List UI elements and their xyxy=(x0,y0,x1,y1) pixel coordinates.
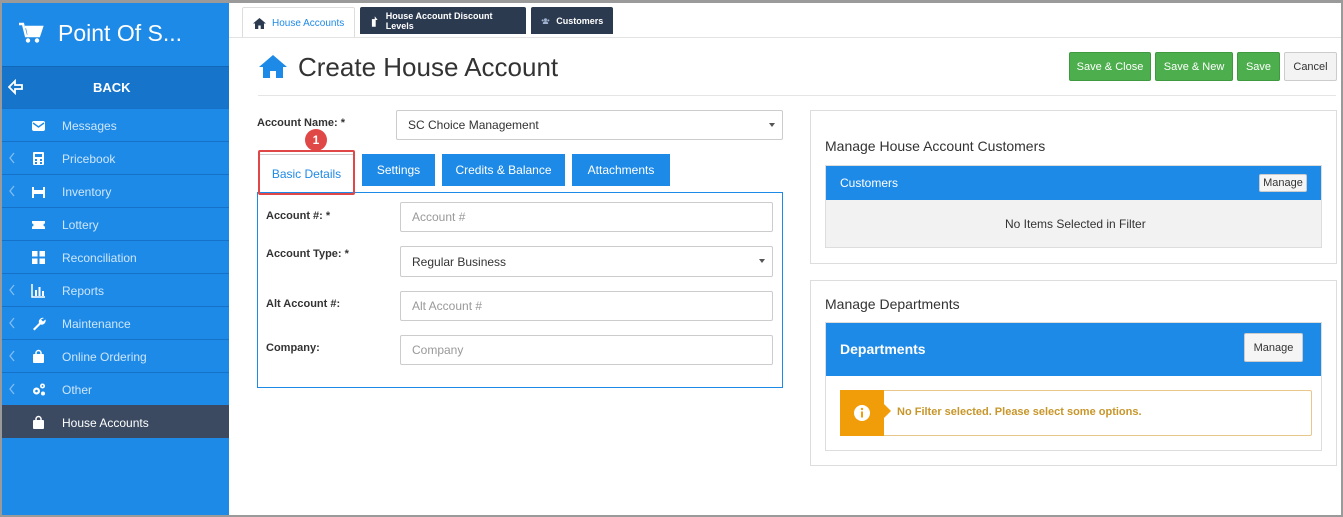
warehouse-icon xyxy=(32,187,45,198)
sidebar-item-label: Other xyxy=(62,383,93,397)
chevron-left-icon xyxy=(9,383,15,395)
bar-chart-icon xyxy=(31,284,45,298)
tab-discount-levels[interactable]: House Account Discount Levels xyxy=(360,7,527,34)
tab-label: House Account Discount Levels xyxy=(385,10,493,31)
chevron-left-icon xyxy=(9,185,15,197)
save-close-button[interactable]: Save & Close xyxy=(1069,52,1151,81)
sidebar-item-inventory[interactable]: Inventory xyxy=(0,174,229,207)
chevron-left-icon xyxy=(9,317,15,329)
tab-attachments[interactable]: Attachments xyxy=(572,154,670,186)
customers-bar: Customers xyxy=(826,166,1321,200)
account-name-value: SC Choice Management xyxy=(408,118,539,132)
customers-empty-text: No Items Selected in Filter xyxy=(1005,217,1146,231)
company-label: Company: xyxy=(266,342,320,354)
sidebar-item-label: House Accounts xyxy=(62,416,149,430)
sidebar-item-label: Online Ordering xyxy=(62,350,147,364)
brand-name: Point Of S... xyxy=(58,19,182,46)
shopping-cart-icon xyxy=(19,22,44,43)
sidebar-item-label: Maintenance xyxy=(62,317,131,331)
sidebar-item-label: Pricebook xyxy=(62,152,116,166)
tab-house-accounts[interactable]: House Accounts xyxy=(242,7,356,38)
bag-icon xyxy=(33,349,44,363)
alt-account-input[interactable]: Alt Account # xyxy=(400,291,773,321)
bag-icon xyxy=(33,415,44,429)
sidebar-item-label: Inventory xyxy=(62,185,112,199)
account-number-label: Account #: * xyxy=(266,210,331,222)
account-name-select[interactable]: SC Choice Management xyxy=(396,110,783,140)
sidebar-item-label: Reports xyxy=(62,284,105,298)
tab-label: House Accounts xyxy=(272,17,345,29)
account-type-value: Regular Business xyxy=(412,254,507,269)
chevron-left-icon xyxy=(9,152,15,164)
sidebar-item-messages[interactable]: Messages xyxy=(0,108,229,141)
top-tabs: House Accounts House Account Discount Le… xyxy=(242,7,618,38)
level-arrow-icon xyxy=(372,15,378,27)
house-icon xyxy=(259,55,287,78)
departments-bar-label: Departments xyxy=(840,341,926,357)
chevron-down-icon xyxy=(769,123,775,127)
sidebar-item-label: Messages xyxy=(62,119,117,133)
grid-icon xyxy=(32,251,45,264)
chevron-down-icon xyxy=(759,259,765,263)
calculator-icon xyxy=(33,152,44,165)
tab-customers[interactable]: Customers xyxy=(531,7,614,34)
save-new-button[interactable]: Save & New xyxy=(1155,52,1233,81)
chevron-left-icon xyxy=(9,284,15,296)
back-label: BACK xyxy=(93,80,131,95)
account-number-input[interactable]: Account # xyxy=(400,202,773,232)
tab-credits-balance[interactable]: Credits & Balance xyxy=(442,154,565,186)
sidebar-item-lottery[interactable]: Lottery xyxy=(0,207,229,240)
callout-highlight xyxy=(258,150,355,195)
manage-departments-button[interactable]: Manage xyxy=(1244,333,1303,362)
cancel-button[interactable]: Cancel xyxy=(1284,52,1337,81)
wrench-icon xyxy=(33,317,46,331)
info-icon xyxy=(854,405,870,421)
callout-badge: 1 xyxy=(305,129,327,151)
account-type-label: Account Type: * xyxy=(266,248,349,260)
back-arrow-icon xyxy=(8,79,23,95)
manage-customers-button[interactable]: Manage xyxy=(1259,174,1307,192)
chevron-left-icon xyxy=(9,350,15,362)
account-name-label: Account Name: * xyxy=(257,117,346,129)
back-button[interactable]: BACK xyxy=(0,66,229,108)
sidebar-item-other[interactable]: Other xyxy=(0,372,229,405)
sidebar-item-online-ordering[interactable]: Online Ordering xyxy=(0,339,229,372)
page-title: Create House Account xyxy=(298,52,559,82)
alt-account-label: Alt Account #: xyxy=(266,298,341,310)
sidebar-item-label: Lottery xyxy=(62,218,99,232)
sidebar-item-house-accounts[interactable]: House Accounts xyxy=(0,405,229,438)
account-type-select[interactable]: Regular Business xyxy=(400,246,773,277)
brand[interactable]: Point Of S... xyxy=(0,0,229,66)
company-input[interactable]: Company xyxy=(400,335,773,365)
warning-text: No Filter selected. Please select some o… xyxy=(897,406,1142,418)
tab-settings[interactable]: Settings xyxy=(362,154,435,186)
sidebar-item-label: Reconciliation xyxy=(62,251,137,265)
customers-bar-label: Customers xyxy=(840,176,899,190)
sidebar: Point Of S... BACK Messages Pricebook Inve… xyxy=(0,0,229,517)
tab-divider xyxy=(229,37,1343,38)
sidebar-item-reports[interactable]: Reports xyxy=(0,273,229,306)
sidebar-item-maintenance[interactable]: Maintenance xyxy=(0,306,229,339)
save-button[interactable]: Save xyxy=(1237,52,1280,81)
sidebar-item-pricebook[interactable]: Pricebook xyxy=(0,141,229,174)
envelope-icon xyxy=(32,121,45,131)
customers-panel-title: Manage House Account Customers xyxy=(825,138,1046,154)
warning-icon-box xyxy=(840,390,884,436)
ticket-icon xyxy=(32,221,45,229)
home-icon xyxy=(253,17,266,29)
sidebar-item-reconciliation[interactable]: Reconciliation xyxy=(0,240,229,273)
gears-icon xyxy=(33,383,45,396)
tab-label: Customers xyxy=(556,15,604,26)
warning-pointer xyxy=(884,404,891,418)
departments-panel-title: Manage Departments xyxy=(825,296,960,312)
users-icon xyxy=(541,17,550,24)
header-divider xyxy=(258,95,1336,96)
